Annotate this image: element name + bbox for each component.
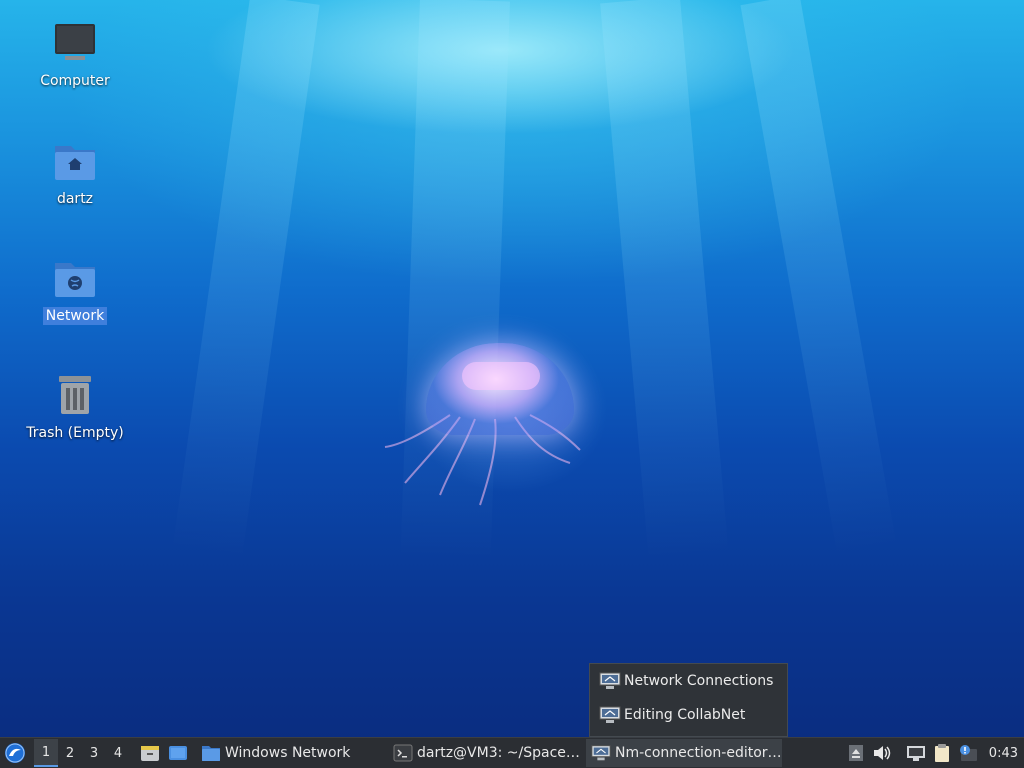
file-manager-launcher[interactable] [136, 739, 164, 767]
taskbar: 1 2 3 4 Windows Network dartz@VM3: ~/Spa… [0, 737, 1024, 768]
clock[interactable]: 0:43 [981, 746, 1024, 761]
popup-item-label: Network Connections [624, 673, 774, 689]
folder-icon [202, 746, 220, 761]
workspace-4[interactable]: 4 [106, 739, 130, 767]
update-notification-icon [959, 745, 977, 761]
clipboard-icon [934, 744, 949, 762]
popup-item-editing-collabnet[interactable]: Editing CollabNet [590, 698, 787, 732]
wired-network-icon [906, 746, 925, 761]
desktop-icon-trash[interactable]: Trash (Empty) [20, 372, 130, 442]
computer-icon [51, 20, 99, 68]
file-manager-icon [141, 746, 159, 761]
volume-button[interactable] [869, 739, 895, 767]
task-label: dartz@VM3: ~/Space… [417, 745, 580, 761]
start-menu-button[interactable] [0, 738, 30, 768]
home-folder-icon [51, 138, 99, 186]
trash-icon [51, 372, 99, 420]
volume-icon [873, 746, 891, 760]
task-label: Windows Network [225, 745, 351, 761]
network-connections-icon [599, 706, 621, 723]
desktop-icon-label: dartz [56, 191, 94, 207]
workspace-3[interactable]: 3 [82, 739, 106, 767]
show-desktop-icon [169, 746, 187, 760]
desktop-icon-label: Trash (Empty) [26, 425, 124, 441]
desktop-icon-label: Computer [40, 73, 110, 89]
workspace-2[interactable]: 2 [58, 739, 82, 767]
task-terminal[interactable]: dartz@VM3: ~/Space… [388, 739, 586, 767]
desktop-icon-label: Network [42, 307, 108, 325]
desktop-icon-network[interactable]: Network [20, 255, 130, 325]
task-label: Nm-connection-editor… [615, 745, 782, 761]
terminal-icon [393, 744, 413, 762]
popup-item-label: Editing CollabNet [624, 707, 746, 723]
clipboard-tray-button[interactable] [929, 739, 955, 767]
show-desktop-button[interactable] [164, 739, 192, 767]
workspace-1[interactable]: 1 [34, 739, 58, 767]
network-connections-icon [599, 672, 621, 689]
tray-expand-button[interactable] [843, 739, 869, 767]
task-group-popup: Network Connections Editing CollabNet [589, 663, 788, 737]
desktop-icon-home[interactable]: dartz [20, 138, 130, 208]
desktop-icon-computer[interactable]: Computer [20, 20, 130, 90]
task-nm-connection-editor[interactable]: Nm-connection-editor… [586, 739, 782, 767]
popup-item-network-connections[interactable]: Network Connections [590, 664, 787, 698]
lubuntu-logo-icon [5, 743, 25, 763]
network-tray-button[interactable] [903, 739, 929, 767]
jellyfish-inner [462, 362, 540, 390]
network-folder-icon [51, 255, 99, 303]
network-connections-icon [591, 745, 611, 761]
notification-tray-button[interactable] [955, 739, 981, 767]
task-windows-network[interactable]: Windows Network [196, 739, 388, 767]
eject-up-icon [848, 745, 863, 761]
